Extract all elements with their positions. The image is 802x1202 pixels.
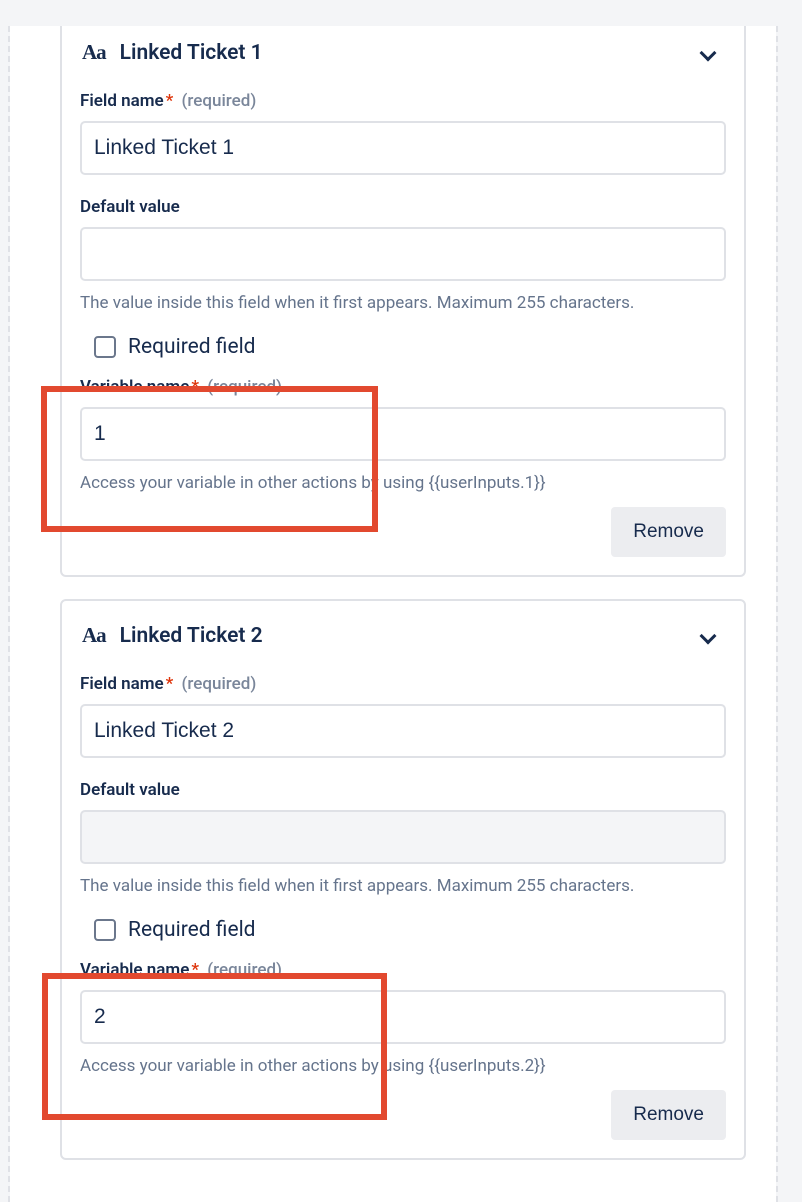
field-name-input[interactable] bbox=[80, 704, 726, 758]
remove-row: Remove bbox=[80, 507, 726, 557]
required-field-checkbox[interactable] bbox=[94, 919, 116, 941]
default-value-input[interactable] bbox=[80, 227, 726, 281]
variable-name-input[interactable] bbox=[80, 990, 726, 1044]
default-value-help: The value inside this field when it firs… bbox=[80, 876, 726, 896]
remove-button[interactable]: Remove bbox=[611, 1090, 726, 1140]
field-name-label: Field name* (required) bbox=[80, 674, 726, 694]
default-value-label: Default value bbox=[80, 197, 726, 217]
field-card-title: Linked Ticket 2 bbox=[120, 624, 263, 648]
text-field-type-icon: Aa bbox=[82, 40, 106, 65]
chevron-down-icon[interactable] bbox=[700, 44, 717, 61]
variable-name-help: Access your variable in other actions by… bbox=[80, 473, 726, 493]
field-name-input[interactable] bbox=[80, 121, 726, 175]
default-value-label: Default value bbox=[80, 780, 726, 800]
remove-button[interactable]: Remove bbox=[611, 507, 726, 557]
required-asterisk: * bbox=[166, 674, 174, 694]
field-card-2: Aa Linked Ticket 2 Field name* (required… bbox=[60, 599, 746, 1160]
required-field-label: Required field bbox=[128, 918, 256, 942]
required-hint: (required) bbox=[182, 674, 257, 694]
default-value-block: Default value The value inside this fiel… bbox=[80, 780, 726, 896]
field-card-title: Linked Ticket 1 bbox=[120, 41, 263, 65]
variable-name-input[interactable] bbox=[80, 407, 726, 461]
field-card-1: Aa Linked Ticket 1 Field name* (required… bbox=[60, 26, 746, 577]
chevron-down-icon[interactable] bbox=[700, 627, 717, 644]
required-field-checkbox[interactable] bbox=[94, 336, 116, 358]
variable-name-help: Access your variable in other actions by… bbox=[80, 1056, 726, 1076]
default-value-input[interactable] bbox=[80, 810, 726, 864]
required-field-label: Required field bbox=[128, 335, 256, 359]
required-asterisk: * bbox=[191, 960, 199, 980]
fields-list: Aa Linked Ticket 1 Field name* (required… bbox=[0, 26, 802, 1202]
default-value-block: Default value The value inside this fiel… bbox=[80, 197, 726, 313]
field-name-block: Field name* (required) bbox=[80, 91, 726, 175]
field-card-header[interactable]: Aa Linked Ticket 2 bbox=[80, 619, 726, 674]
required-field-row[interactable]: Required field bbox=[94, 918, 726, 942]
required-hint: (required) bbox=[207, 377, 282, 397]
field-card-header[interactable]: Aa Linked Ticket 1 bbox=[80, 36, 726, 91]
required-hint: (required) bbox=[207, 960, 282, 980]
variable-name-label: Variable name* (required) bbox=[80, 960, 726, 980]
page: Aa Linked Ticket 1 Field name* (required… bbox=[0, 0, 802, 1202]
required-field-row[interactable]: Required field bbox=[94, 335, 726, 359]
field-name-block: Field name* (required) bbox=[80, 674, 726, 758]
text-field-type-icon: Aa bbox=[82, 623, 106, 648]
variable-name-label: Variable name* (required) bbox=[80, 377, 726, 397]
required-asterisk: * bbox=[191, 377, 199, 397]
field-name-label: Field name* (required) bbox=[80, 91, 726, 111]
required-asterisk: * bbox=[166, 91, 174, 111]
variable-name-block: Variable name* (required) Access your va… bbox=[80, 960, 726, 1076]
default-value-help: The value inside this field when it firs… bbox=[80, 293, 726, 313]
remove-row: Remove bbox=[80, 1090, 726, 1140]
variable-name-block: Variable name* (required) Access your va… bbox=[80, 377, 726, 493]
required-hint: (required) bbox=[182, 91, 257, 111]
